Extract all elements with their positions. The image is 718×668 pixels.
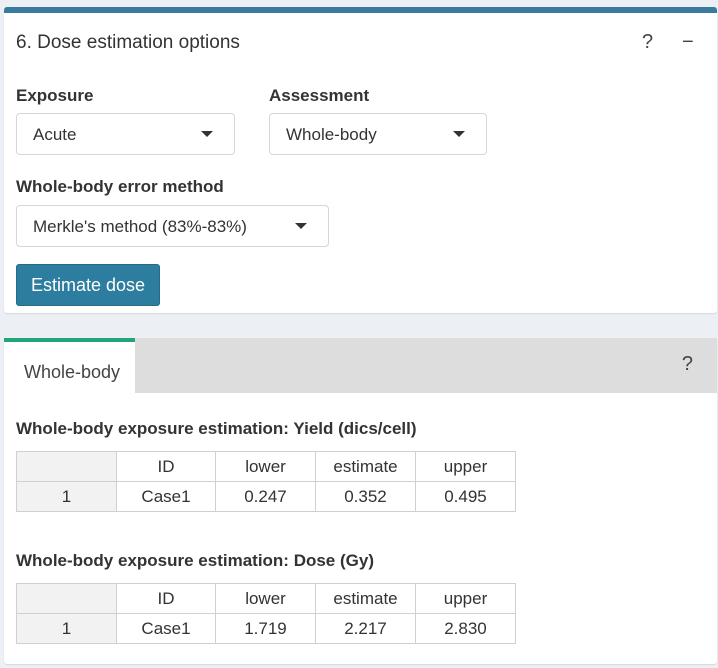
table-cell: 2.830	[415, 613, 516, 644]
table-cell: 2.217	[315, 613, 416, 644]
exposure-select[interactable]: Acute	[16, 113, 235, 155]
table-row: 1 Case1 1.719 2.217 2.830	[16, 613, 516, 644]
panel-title: 6. Dose estimation options	[16, 32, 240, 53]
assessment-value: Whole-body	[286, 125, 377, 144]
table-header: lower	[215, 583, 316, 614]
chevron-down-icon	[201, 131, 213, 137]
table-header: estimate	[315, 583, 416, 614]
help-button[interactable]: ?	[642, 31, 653, 54]
table-header	[16, 451, 117, 482]
results-panel: Whole-body ? Whole-body exposure estimat…	[4, 338, 717, 664]
table-header: estimate	[315, 451, 416, 482]
collapse-button[interactable]: −	[682, 31, 694, 54]
table-row: 1 Case1 0.247 0.352 0.495	[16, 481, 516, 512]
table-header: lower	[215, 451, 316, 482]
chevron-down-icon	[453, 131, 465, 137]
error-method-value: Merkle's method (83%-83%)	[33, 217, 247, 236]
yield-table: ID lower estimate upper 1 Case1 0.247 0.…	[16, 451, 516, 512]
dose-table-title: Whole-body exposure estimation: Dose (Gy…	[16, 551, 374, 570]
table-cell: 1	[16, 481, 117, 512]
table-cell: 0.247	[215, 481, 316, 512]
dose-table: ID lower estimate upper 1 Case1 1.719 2.…	[16, 583, 516, 644]
exposure-label: Exposure	[16, 86, 94, 105]
table-cell: Case1	[116, 613, 216, 644]
error-method-select[interactable]: Merkle's method (83%-83%)	[16, 205, 329, 247]
tab-label: Whole-body	[24, 362, 121, 382]
results-help-button[interactable]: ?	[682, 353, 693, 376]
table-header: upper	[415, 583, 516, 614]
error-method-label: Whole-body error method	[16, 177, 224, 196]
table-header: ID	[116, 583, 216, 614]
table-cell: Case1	[116, 481, 216, 512]
estimate-dose-button[interactable]: Estimate dose	[16, 264, 160, 306]
assessment-select[interactable]: Whole-body	[269, 113, 487, 155]
table-cell: 0.352	[315, 481, 416, 512]
tab-whole-body[interactable]: Whole-body	[4, 338, 135, 394]
table-header	[16, 583, 117, 614]
exposure-value: Acute	[33, 125, 77, 144]
chevron-down-icon	[295, 223, 307, 229]
table-cell: 1.719	[215, 613, 316, 644]
table-header: ID	[116, 451, 216, 482]
dose-estimation-options-panel: 6. Dose estimation options ? − Exposure …	[4, 7, 717, 313]
yield-table-title: Whole-body exposure estimation: Yield (d…	[16, 419, 417, 438]
table-header: upper	[415, 451, 516, 482]
assessment-label: Assessment	[269, 86, 370, 105]
table-cell: 0.495	[415, 481, 516, 512]
table-cell: 1	[16, 613, 117, 644]
